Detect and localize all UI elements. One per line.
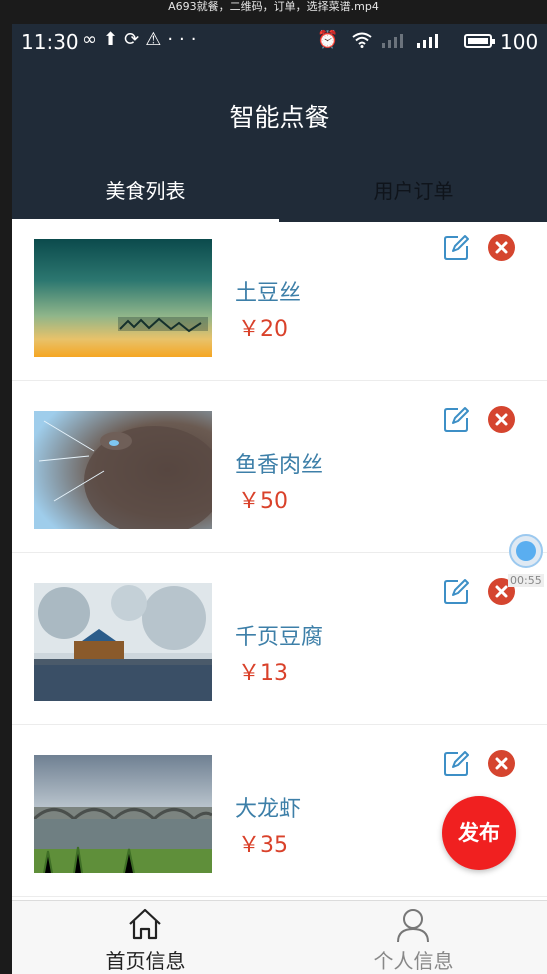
nav-label: 个人信息: [373, 949, 454, 973]
battery-icon: [464, 34, 495, 48]
nav-label: 首页信息: [105, 949, 186, 973]
list-item[interactable]: 土豆丝 ￥20: [12, 222, 547, 381]
food-price: ￥13: [238, 661, 288, 686]
edit-icon[interactable]: [442, 406, 470, 434]
food-price: ￥50: [238, 489, 288, 514]
status-time: 11:30: [21, 30, 79, 54]
list-item[interactable]: 千页豆腐 ￥13: [12, 553, 547, 725]
more-icon: ···: [167, 29, 203, 50]
delete-icon[interactable]: [488, 234, 515, 261]
alarm-icon: ⏰: [317, 30, 343, 50]
status-left-icons: ∞⬆⟳⚠···: [82, 29, 203, 50]
nav-item-profile[interactable]: 个人信息: [280, 901, 547, 974]
floating-record-button[interactable]: [509, 534, 543, 568]
status-right-icons: ⏰: [317, 30, 442, 50]
app-header: 智能点餐: [12, 62, 547, 170]
page-title: 智能点餐: [229, 103, 330, 132]
tab-bar: 美食列表 用户订单: [12, 170, 547, 222]
publish-button[interactable]: 发布: [442, 796, 516, 870]
list-item[interactable]: 鱼香肉丝 ￥50: [12, 381, 547, 553]
sync-icon: ⟳: [124, 29, 146, 50]
infinity-icon: ∞: [82, 29, 103, 50]
nav-item-home[interactable]: 首页信息: [12, 901, 279, 974]
tab-label: 用户订单: [373, 179, 454, 203]
phone-screen: 11:30 ∞⬆⟳⚠··· ⏰ 100 智能点餐 美食列表 用户订单 土豆丝 ￥…: [12, 24, 547, 974]
user-icon: [395, 907, 431, 947]
food-name: 千页豆腐: [235, 625, 324, 650]
tab-user-orders[interactable]: 用户订单: [280, 170, 547, 222]
delete-icon[interactable]: [488, 750, 515, 777]
home-icon: [127, 907, 163, 945]
upload-icon: ⬆: [103, 29, 125, 50]
food-name: 土豆丝: [235, 281, 302, 306]
food-name: 鱼香肉丝: [235, 453, 324, 478]
food-name: 大龙虾: [235, 797, 302, 822]
signal-icon: [416, 30, 442, 50]
floating-record-time: 00:55: [508, 574, 544, 587]
battery-percent: 100: [500, 30, 539, 54]
food-image: [34, 239, 212, 357]
status-bar: 11:30 ∞⬆⟳⚠··· ⏰ 100: [12, 24, 547, 62]
tab-food-list[interactable]: 美食列表: [12, 170, 279, 222]
tab-label: 美食列表: [105, 179, 186, 203]
food-price: ￥20: [238, 317, 288, 342]
signal-icon: [381, 30, 416, 50]
wifi-icon: [351, 30, 381, 50]
food-image: [34, 411, 212, 529]
edit-icon[interactable]: [442, 578, 470, 606]
food-image: [34, 755, 212, 873]
delete-icon[interactable]: [488, 406, 515, 433]
food-price: ￥35: [238, 833, 288, 858]
video-title: A693就餐，二维码，订单，选择菜谱.mp4: [0, 0, 547, 24]
edit-icon[interactable]: [442, 750, 470, 778]
food-image: [34, 583, 212, 701]
warning-icon: ⚠: [145, 29, 168, 50]
bottom-nav: 首页信息 个人信息: [12, 900, 547, 974]
edit-icon[interactable]: [442, 234, 470, 262]
